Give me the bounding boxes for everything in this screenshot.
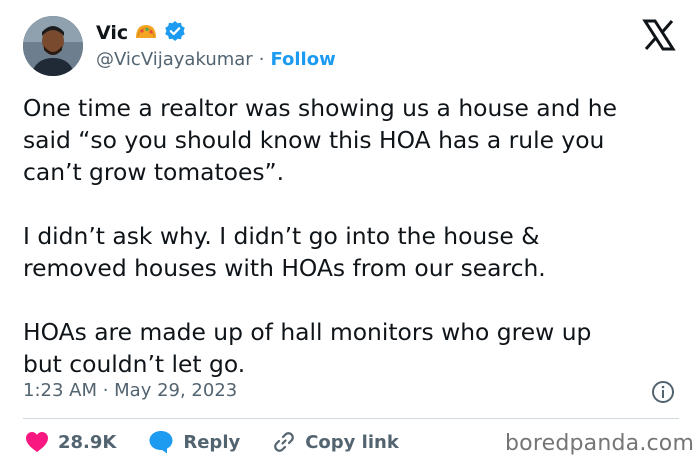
action-bar: 28.9K Reply Copy link [25, 430, 431, 454]
divider [23, 418, 679, 419]
author-name[interactable]: Vic [96, 22, 128, 44]
heart-icon [26, 432, 48, 452]
author-name-row: Vic [96, 20, 186, 46]
info-icon[interactable] [651, 380, 675, 404]
watermark: boredpanda.com [505, 431, 695, 456]
like-count: 28.9K [58, 431, 117, 453]
link-icon [274, 432, 295, 452]
copy-link-button[interactable]: Copy link [272, 430, 399, 454]
tweet-text: One time a realtor was showing us a hous… [23, 92, 683, 412]
x-logo-icon[interactable] [642, 18, 676, 52]
verified-badge-icon [164, 20, 186, 46]
reply-button[interactable]: Reply [148, 430, 240, 454]
tweet-paragraph: HOAs are made up of hall monitors who gr… [23, 318, 592, 378]
avatar[interactable] [23, 16, 83, 76]
reply-label: Reply [183, 431, 241, 453]
tweet-paragraph: One time a realtor was showing us a hous… [23, 94, 617, 186]
like-button[interactable]: 28.9K [25, 431, 116, 453]
author-handle[interactable]: @VicVijayakumar [96, 49, 253, 70]
tweet-timestamp[interactable]: 1:23 AM · May 29, 2023 [23, 380, 237, 401]
taco-emoji-icon [134, 22, 158, 44]
separator-dot: · [258, 49, 265, 70]
author-handle-row: @VicVijayakumar · Follow [96, 49, 336, 70]
copy-link-label: Copy link [305, 431, 399, 453]
follow-button[interactable]: Follow [270, 49, 335, 70]
tweet-paragraph: I didn’t ask why. I didn’t go into the h… [23, 222, 546, 282]
reply-bubble-icon [149, 431, 173, 454]
